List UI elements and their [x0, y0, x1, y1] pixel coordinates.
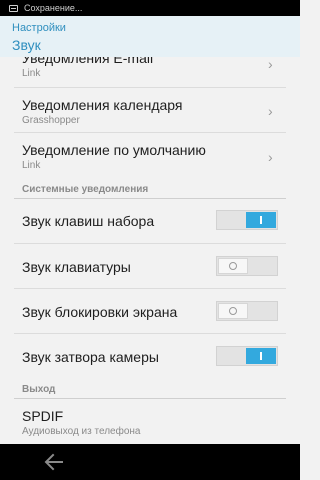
email-notifications-item[interactable]: Уведомления E-mail Link ›: [0, 57, 300, 88]
spdif-subtitle: Аудиовыход из телефона: [22, 426, 141, 437]
spdif-title: SPDIF: [22, 408, 64, 424]
screen-lock-sound-title: Звук блокировки экрана: [22, 304, 178, 320]
dialpad-sound-toggle[interactable]: [216, 210, 278, 230]
toggle-knob: [218, 303, 248, 319]
chevron-right-icon: ›: [268, 149, 273, 165]
status-text: Сохранение...: [24, 3, 83, 13]
spdif-item[interactable]: SPDIF Аудиовыход из телефона: [0, 399, 300, 444]
keyboard-sound-title: Звук клавиатуры: [22, 259, 131, 275]
keyboard-sound-toggle[interactable]: [216, 256, 278, 276]
camera-shutter-sound-title: Звук затвора камеры: [22, 349, 159, 365]
camera-shutter-sound-row[interactable]: Звук затвора камеры: [0, 334, 300, 380]
calendar-notifications-title: Уведомления календаря: [22, 97, 183, 113]
dialpad-sound-row[interactable]: Звук клавиш набора: [0, 199, 300, 244]
navigation-bar: [0, 444, 300, 480]
toggle-knob: [246, 212, 276, 228]
settings-list[interactable]: Уведомления E-mail Link › Уведомления ка…: [0, 57, 300, 444]
action-bar[interactable]: Настройки Звук: [0, 16, 300, 57]
parent-title[interactable]: Настройки: [12, 22, 66, 34]
section-header-output: Выход: [22, 384, 56, 395]
email-notifications-subtitle: Link: [22, 68, 41, 79]
section-header-system: Системные уведомления: [22, 184, 149, 195]
toggle-knob: [246, 348, 276, 364]
page-title: Звук: [12, 37, 41, 53]
dialpad-sound-title: Звук клавиш набора: [22, 213, 155, 229]
default-notification-item[interactable]: Уведомление по умолчанию Link ›: [0, 133, 300, 180]
chevron-right-icon: ›: [268, 103, 273, 119]
keyboard-sound-row[interactable]: Звук клавиатуры: [0, 244, 300, 289]
status-bar: Сохранение...: [0, 0, 300, 16]
screen-lock-sound-row[interactable]: Звук блокировки экрана: [0, 289, 300, 334]
notification-icon: [9, 4, 18, 12]
toggle-knob: [218, 258, 248, 274]
calendar-notifications-item[interactable]: Уведомления календаря Grasshopper ›: [0, 88, 300, 133]
default-notification-title: Уведомление по умолчанию: [22, 142, 206, 158]
email-notifications-title: Уведомления E-mail: [22, 57, 154, 66]
back-arrow-icon[interactable]: [40, 450, 68, 474]
camera-shutter-sound-toggle[interactable]: [216, 346, 278, 366]
chevron-right-icon: ›: [268, 57, 273, 72]
default-notification-subtitle: Link: [22, 160, 41, 171]
calendar-notifications-subtitle: Grasshopper: [22, 115, 80, 126]
screen-lock-sound-toggle[interactable]: [216, 301, 278, 321]
